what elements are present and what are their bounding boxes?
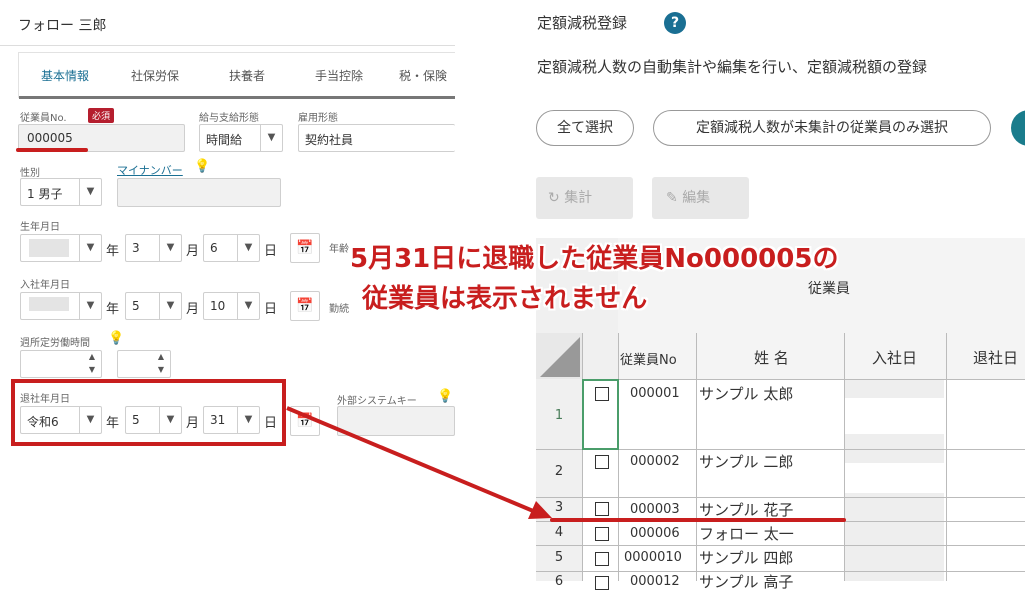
annotation-row-underline — [550, 518, 846, 522]
annotation-text-line1: 5月31日に退職した従業員No000005の — [350, 244, 839, 274]
annotation-text-line2: 従業員は表示されません — [362, 284, 648, 314]
